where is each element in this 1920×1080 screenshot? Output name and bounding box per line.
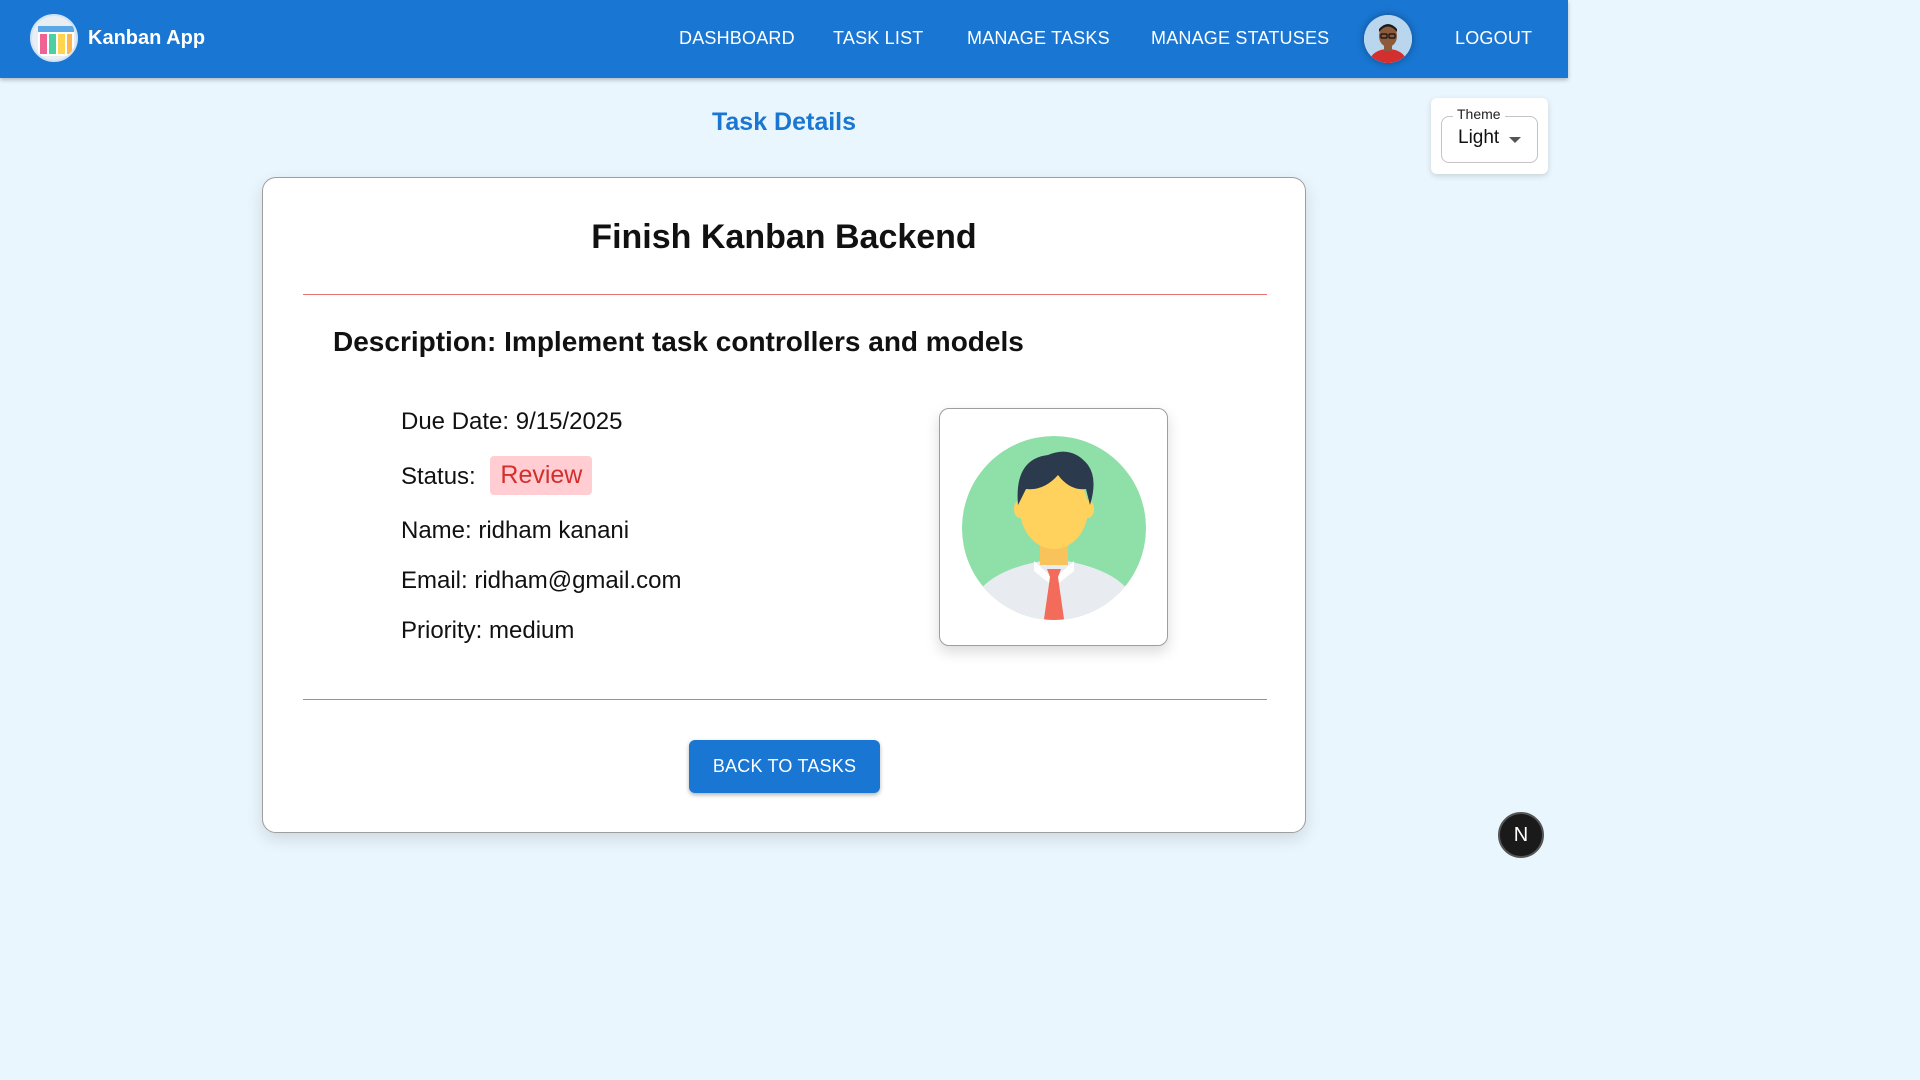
description-label: Description:: [333, 326, 497, 357]
back-to-tasks-button[interactable]: BACK TO TASKS: [689, 740, 880, 793]
nav-manage-statuses[interactable]: MANAGE STATUSES: [1151, 28, 1329, 49]
nav-manage-tasks[interactable]: MANAGE TASKS: [967, 28, 1110, 49]
due-date-value: 9/15/2025: [515, 408, 623, 435]
due-date-label: Due Date:: [401, 408, 510, 435]
brand[interactable]: Kanban App: [30, 14, 205, 62]
nav-logout[interactable]: LOGOUT: [1455, 28, 1532, 49]
page-title: Task Details: [711, 108, 857, 136]
person-avatar-icon: [962, 436, 1146, 620]
theme-select[interactable]: Light: [1441, 116, 1538, 163]
user-avatar[interactable]: [1364, 15, 1412, 63]
status-field: Status: Review: [401, 456, 593, 497]
name-value: ridham kanani: [478, 517, 630, 544]
kanban-board-icon: [30, 14, 78, 62]
theme-select-value: Light: [1458, 127, 1500, 148]
chevron-down-icon: [1509, 137, 1521, 143]
priority-label: Priority:: [401, 617, 483, 644]
nav-dashboard[interactable]: DASHBOARD: [679, 28, 795, 49]
email-field: Email: ridham@gmail.com: [401, 567, 681, 595]
name-field: Name: ridham kanani: [401, 517, 629, 545]
task-details-card: Finish Kanban Backend Description: Imple…: [262, 177, 1306, 833]
priority-value: medium: [489, 617, 575, 644]
divider-bottom: [303, 699, 1267, 700]
task-description: Description: Implement task controllers …: [333, 326, 1024, 358]
email-label: Email:: [401, 567, 468, 594]
name-label: Name:: [401, 517, 472, 544]
priority-field: Priority: medium: [401, 617, 574, 645]
nav-task-list[interactable]: TASK LIST: [833, 28, 924, 49]
status-label: Status:: [401, 462, 476, 490]
dev-badge-letter: N: [1513, 823, 1529, 846]
assignee-photo: [939, 408, 1168, 646]
email-value: ridham@gmail.com: [474, 567, 682, 594]
app-title: Kanban App: [88, 26, 206, 49]
dev-tools-badge[interactable]: N: [1498, 812, 1544, 858]
description-value: Implement task controllers and models: [504, 326, 1024, 357]
app-header: Kanban App DASHBOARD TASK LIST MANAGE TA…: [0, 0, 1568, 78]
task-title: Finish Kanban Backend: [591, 218, 977, 256]
theme-select-label: Theme: [1453, 106, 1505, 122]
divider-top: [303, 294, 1267, 295]
status-badge: Review: [490, 456, 593, 495]
due-date-field: Due Date: 9/15/2025: [401, 408, 623, 436]
theme-selector: Light Theme: [1431, 98, 1548, 174]
